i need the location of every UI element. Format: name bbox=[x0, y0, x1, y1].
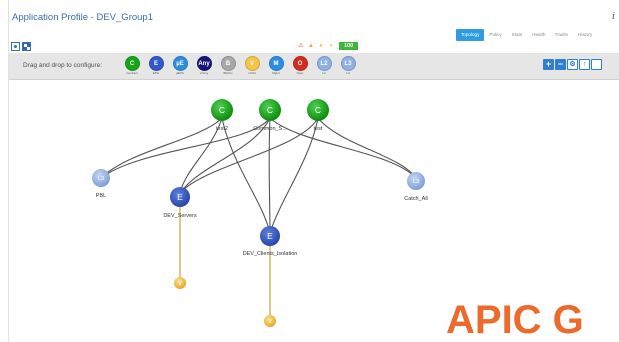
epg-node[interactable]: E DEV_Clients_Isolation bbox=[243, 226, 298, 257]
l3out-node[interactable]: L3 PBL bbox=[92, 169, 110, 199]
link-test-clients bbox=[269, 117, 319, 234]
svg-text:L3: L3 bbox=[413, 179, 419, 185]
svg-text:DEV_Servers: DEV_Servers bbox=[163, 213, 197, 219]
application-profile-view: Application Profile - DEV_Group1 i Topol… bbox=[0, 0, 619, 342]
contract-node[interactable]: C test2 bbox=[211, 99, 233, 132]
svg-text:Catch_All: Catch_All bbox=[404, 196, 428, 202]
svg-text:V: V bbox=[268, 319, 272, 325]
link-test-servers bbox=[179, 117, 319, 194]
svg-text:PBL: PBL bbox=[96, 193, 106, 199]
link-test-catchall bbox=[317, 117, 417, 179]
svg-text:C: C bbox=[219, 105, 225, 115]
svg-text:E: E bbox=[177, 192, 183, 202]
svg-text:test: test bbox=[314, 126, 323, 132]
link-common-catchall bbox=[269, 117, 417, 179]
l3out-node[interactable]: L3 Catch_All bbox=[404, 172, 428, 202]
topology-canvas[interactable]: C test2 C Common_S... C test L3 PBL L3 C… bbox=[0, 0, 619, 342]
watermark-text: APIC G bbox=[446, 298, 584, 342]
svg-text:DEV_Clients_Isolation: DEV_Clients_Isolation bbox=[243, 251, 298, 257]
link-common-pbl bbox=[100, 117, 271, 179]
svg-text:test2: test2 bbox=[216, 126, 228, 132]
link-test2-pbl bbox=[100, 117, 223, 179]
vnode[interactable]: V bbox=[174, 277, 186, 289]
svg-text:C: C bbox=[315, 105, 321, 115]
svg-text:Common_S...: Common_S... bbox=[253, 126, 287, 132]
svg-text:V: V bbox=[178, 281, 182, 287]
link-test2-clients bbox=[221, 117, 271, 234]
svg-text:C: C bbox=[267, 105, 273, 115]
link-common-clients bbox=[268, 117, 271, 234]
topology-links bbox=[100, 117, 417, 234]
vnode[interactable]: V bbox=[264, 315, 276, 327]
epg-node[interactable]: E DEV_Servers bbox=[163, 187, 197, 219]
svg-text:E: E bbox=[267, 231, 273, 241]
contract-node[interactable]: C Common_S... bbox=[253, 99, 287, 132]
svg-text:L3: L3 bbox=[98, 176, 104, 182]
